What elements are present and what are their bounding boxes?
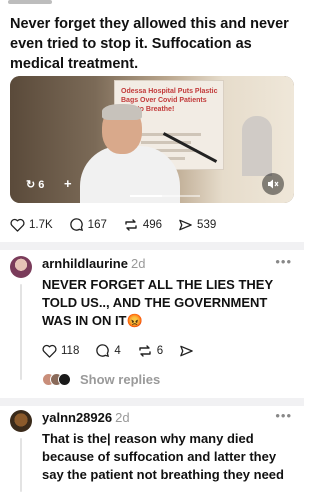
comment-bubble-icon <box>96 344 110 358</box>
comment-count: 167 <box>87 218 107 231</box>
repost-icon <box>125 218 137 231</box>
post-text: Never forget they allowed this and never… <box>10 16 289 72</box>
like-count: 118 <box>61 344 80 357</box>
comment-button[interactable]: 4 <box>95 343 121 358</box>
thread-line <box>20 284 22 380</box>
share-count: 539 <box>197 218 217 231</box>
username: yalnn28926 <box>42 410 113 425</box>
top-scroll-edge <box>0 0 304 6</box>
repost-button[interactable]: 6 <box>137 344 163 358</box>
avatar[interactable] <box>10 256 32 278</box>
comment-text: That is the| reason why many died becaus… <box>42 431 284 488</box>
section-divider <box>0 398 304 406</box>
post-actions: 1.7K 167 496 539 <box>10 217 232 232</box>
comment-bubble-icon <box>69 218 83 232</box>
send-icon <box>180 345 193 356</box>
video-repost-count: 6 <box>38 179 45 191</box>
like-button[interactable]: 118 <box>42 344 79 358</box>
heart-icon <box>42 344 57 358</box>
more-options-button[interactable]: ••• <box>275 254 292 269</box>
video-repost-counter[interactable]: ↻ 6 <box>26 178 44 191</box>
repost-count: 496 <box>142 218 163 231</box>
section-divider <box>0 242 304 250</box>
username: arnhildlaurine <box>42 256 128 271</box>
comment-item: arnhildlaurine 2d ••• NEVER FORGET ALL TH… <box>0 250 304 398</box>
avatar <box>58 372 71 386</box>
repost-count: 6 <box>156 344 164 357</box>
video-plus-button[interactable]: + <box>64 176 72 191</box>
repost-icon: ↻ <box>26 179 36 191</box>
thread-line <box>20 438 22 492</box>
repost-button[interactable]: 496 <box>123 218 162 232</box>
speaker-muted-icon <box>268 179 279 189</box>
background-figure <box>242 116 272 176</box>
comment-button[interactable]: 167 <box>69 217 107 232</box>
reply-avatars <box>42 372 74 387</box>
reply-count: 4 <box>114 344 121 357</box>
next-content-edge <box>0 492 304 500</box>
mute-button[interactable] <box>262 173 284 195</box>
comment-author[interactable]: yalnn28926 2d <box>42 410 130 425</box>
comment-text: NEVER FORGET ALL THE LIES THEY TOLD US..… <box>42 277 273 328</box>
post-video[interactable]: Odessa Hospital Puts Plastic Bags Over C… <box>10 76 294 203</box>
show-replies-button[interactable]: Show replies <box>42 372 160 387</box>
like-count: 1.7K <box>29 218 53 231</box>
comment-time: 2d <box>115 410 130 425</box>
comment-actions: 118 4 6 <box>42 343 214 358</box>
comment-author[interactable]: arnhildlaurine 2d <box>42 256 145 271</box>
share-button[interactable]: 539 <box>178 218 216 232</box>
more-options-button[interactable]: ••• <box>275 408 292 423</box>
avatar[interactable] <box>10 410 32 432</box>
share-button[interactable] <box>179 344 198 358</box>
comment-item: yalnn28926 2d ••• That is the| reason why… <box>0 406 304 492</box>
previous-content-edge <box>8 0 52 4</box>
video-progress-bar[interactable] <box>130 195 200 197</box>
video-speaker <box>80 104 190 203</box>
send-icon <box>179 219 192 230</box>
comment-time: 2d <box>130 256 146 271</box>
like-button[interactable]: 1.7K <box>10 218 53 232</box>
repost-icon <box>139 344 151 357</box>
heart-icon <box>10 218 25 232</box>
speaker-hair <box>102 104 142 120</box>
video-progress-fill <box>130 195 162 197</box>
show-replies-label: Show replies <box>80 372 161 387</box>
